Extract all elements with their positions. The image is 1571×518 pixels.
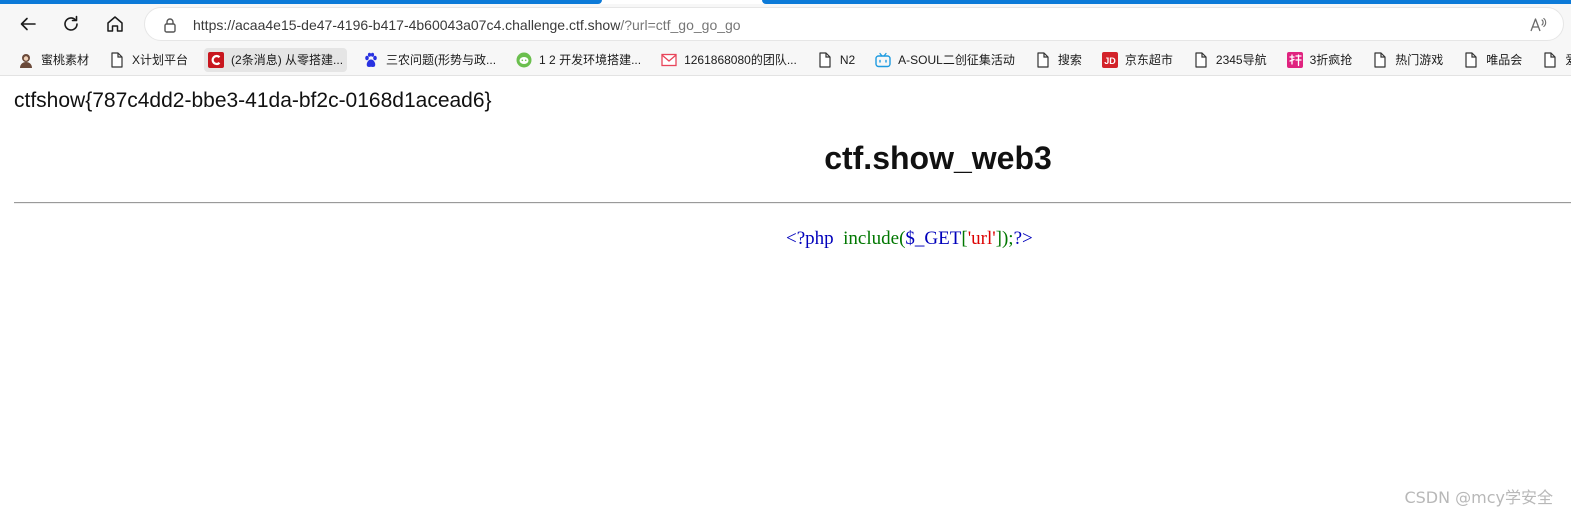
php-close-tag: ?> <box>1013 228 1033 249</box>
bookmark-item[interactable]: 爱淘宝 <box>1538 48 1571 72</box>
bilibili-tv-icon <box>875 52 891 68</box>
jd-icon: JD <box>1101 51 1118 68</box>
reload-button[interactable] <box>55 8 87 40</box>
bookmark-label: 蜜桃素材 <box>41 53 90 67</box>
php-function: include( <box>843 228 906 249</box>
bookmark-item[interactable]: A-SOUL二创征集活动 <box>871 48 1019 72</box>
bookmark-label: 1261868080的团队... <box>684 53 797 67</box>
bookmark-label: 搜索 <box>1057 53 1082 67</box>
mail-icon <box>661 52 677 68</box>
page-icon <box>1372 51 1388 68</box>
bookmarks-bar: 蜜桃素材 X计划平台 (2条消息) 从零搭建... 三农问题(形势与政... 1 2 开… <box>0 44 1571 76</box>
url-text[interactable]: https://acaa4e15-de47-4196-b417-4b60043a… <box>193 17 741 33</box>
bookmark-label: 2345导航 <box>1215 53 1267 67</box>
bookmark-label: (2条消息) 从零搭建... <box>231 53 344 67</box>
bookmark-item[interactable]: 蜜桃素材 <box>14 48 93 72</box>
bookmark-item[interactable]: 三农问题(形势与政... <box>359 48 500 72</box>
avatar-icon <box>18 52 34 68</box>
bookmark-item[interactable]: N2 <box>813 48 859 72</box>
csdn-watermark: CSDN @mcy学安全 <box>1404 488 1553 507</box>
te-icon <box>1286 51 1303 68</box>
page-icon <box>1542 51 1558 68</box>
page-icon <box>1463 51 1479 68</box>
horizontal-rule <box>14 202 1571 204</box>
bookmark-item[interactable]: JD 京东超市 <box>1098 48 1177 72</box>
read-aloud-icon[interactable] <box>1529 16 1547 34</box>
bookmark-label: A-SOUL二创征集活动 <box>898 53 1015 67</box>
url-host: https://acaa4e15-de47-4196-b417-4b60043a… <box>193 17 621 33</box>
php-source-code: <?php include($_GET['url']);?> <box>786 228 1033 250</box>
wechat-round-icon <box>516 52 532 68</box>
bookmark-item[interactable]: 热门游戏 <box>1368 48 1447 72</box>
php-variable: $_GET <box>905 228 962 249</box>
bookmark-item[interactable]: 3折疯抢 <box>1283 48 1357 72</box>
bookmark-label: 爱淘宝 <box>1565 51 1571 68</box>
bookmark-label: 京东超市 <box>1124 53 1173 67</box>
page-title: ctf.show_web3 <box>824 140 1052 176</box>
page-content: ctfshow{787c4dd2-bbe3-41da-bf2c-0168d1ac… <box>0 77 1571 518</box>
php-call-end: ); <box>1001 228 1014 249</box>
bookmark-label: 1 2 开发环境搭建... <box>539 53 642 67</box>
bookmark-item[interactable]: 搜索 <box>1031 48 1086 72</box>
baidu-paw-icon <box>363 52 379 68</box>
back-button[interactable] <box>12 8 44 40</box>
home-button[interactable] <box>99 8 131 40</box>
bookmark-item[interactable]: 2345导航 <box>1189 48 1271 72</box>
svg-text:JD: JD <box>1104 56 1116 66</box>
bookmark-label: 热门游戏 <box>1395 53 1444 67</box>
bookmark-item[interactable]: 1 2 开发环境搭建... <box>512 48 645 72</box>
flag-text: ctfshow{787c4dd2-bbe3-41da-bf2c-0168d1ac… <box>14 89 492 112</box>
arrow-left-icon <box>20 17 36 31</box>
php-string-key: 'url' <box>967 228 996 249</box>
bookmark-label: X计划平台 <box>132 53 189 67</box>
bookmark-label: 三农问题(形势与政... <box>386 53 497 67</box>
address-bar[interactable]: https://acaa4e15-de47-4196-b417-4b60043a… <box>144 7 1564 41</box>
bookmark-item[interactable]: (2条消息) 从零搭建... <box>204 47 348 72</box>
browser-toolbar: https://acaa4e15-de47-4196-b417-4b60043a… <box>0 4 1571 44</box>
page-icon <box>1193 51 1209 68</box>
page-icon <box>1035 51 1051 68</box>
home-icon <box>107 16 123 32</box>
bookmark-item[interactable]: 唯品会 <box>1459 48 1526 72</box>
reload-icon <box>64 15 78 31</box>
lock-icon[interactable] <box>161 16 179 34</box>
bookmark-item[interactable]: X计划平台 <box>105 48 192 72</box>
bookmark-item[interactable]: 1261868080的团队... <box>657 48 801 72</box>
bookmark-label: N2 <box>839 52 856 67</box>
bookmark-label: 3折疯抢 <box>1309 53 1353 67</box>
csdn-icon <box>208 51 225 68</box>
page-icon <box>817 51 833 68</box>
url-query: /?url=ctf_go_go_go <box>620 17 741 33</box>
php-open-tag: <?php <box>786 228 834 249</box>
bookmark-label: 唯品会 <box>1486 53 1523 67</box>
page-icon <box>109 51 125 68</box>
